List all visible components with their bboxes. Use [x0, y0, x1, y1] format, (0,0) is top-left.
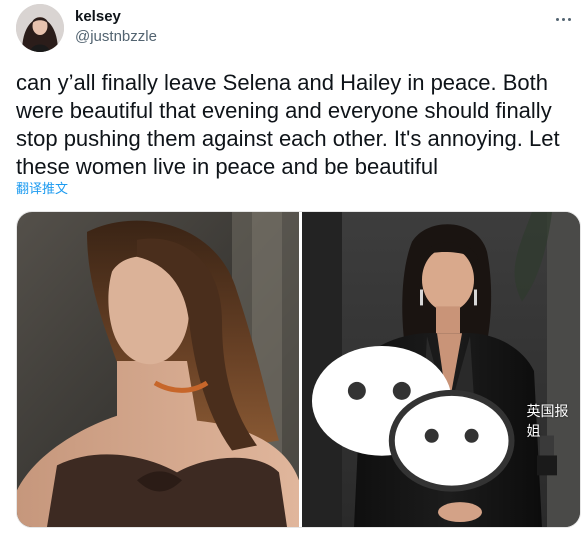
photo-selena[interactable]: 英国报姐	[302, 212, 580, 527]
wechat-icon	[311, 346, 515, 493]
avatar[interactable]	[16, 4, 64, 52]
tweet-card[interactable]: kelsey @justnbzzle can y’all finally lea…	[0, 0, 582, 534]
photo-hailey[interactable]	[17, 212, 299, 527]
media-grid: 英国报姐	[16, 211, 581, 528]
author-handle[interactable]: @justnbzzle	[75, 27, 157, 47]
author-display-name[interactable]: kelsey	[75, 7, 121, 27]
watermark-text: 英国报姐	[526, 404, 569, 441]
more-options-icon[interactable]	[554, 10, 574, 30]
tweet-text: can y’all finally leave Selena and Haile…	[16, 70, 560, 179]
translate-tweet-link[interactable]: 翻译推文	[16, 181, 68, 197]
watermark: 英国报姐	[302, 331, 572, 511]
